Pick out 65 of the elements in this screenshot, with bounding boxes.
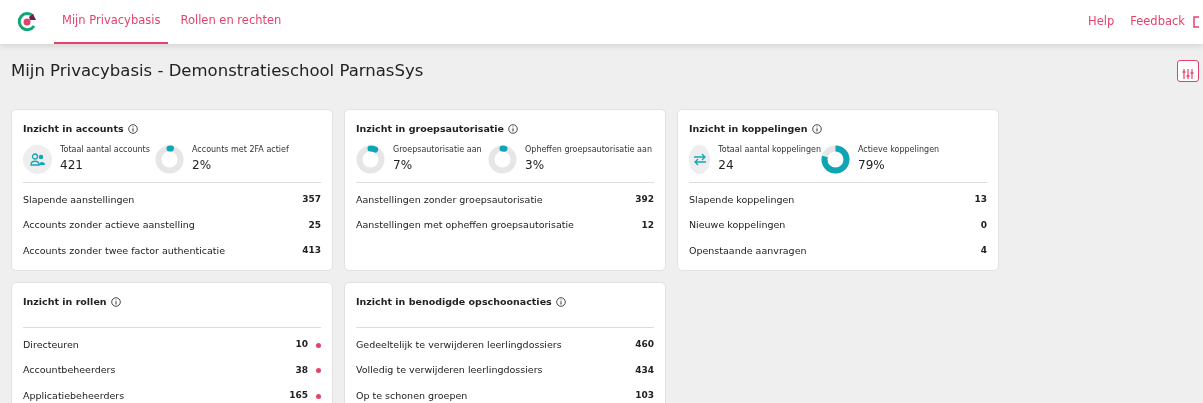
stat-label: Totaal aantal accounts — [60, 144, 150, 157]
row-value: 10 — [295, 338, 308, 352]
info-icon[interactable] — [127, 124, 138, 135]
logo-icon — [16, 11, 38, 33]
row-label: Accountbeheerders — [23, 363, 116, 378]
row-label: Aanstellingen zonder groepsautorisatie — [356, 192, 543, 207]
row-value: 38 — [295, 363, 308, 377]
row-value: 25 — [308, 218, 321, 232]
logout-icon[interactable] — [1193, 16, 1199, 28]
stat-value: 24 — [718, 157, 735, 175]
row-value: 12 — [641, 218, 654, 232]
row-label: Slapende aanstellingen — [23, 192, 135, 207]
card-title: Inzicht in benodigde opschoonacties — [356, 295, 552, 309]
stat-label: Opheffen groepsautorisatie aan — [525, 144, 652, 157]
row-value: 165 — [289, 389, 308, 403]
row-value: 4 — [980, 244, 987, 258]
row-value: 392 — [635, 193, 654, 207]
row-label: Gedeeltelijk te verwijderen leerlingdossiers — [356, 337, 562, 352]
users-icon — [23, 144, 52, 174]
donut-chart — [155, 144, 184, 174]
row-label: Volledig te verwijderen leerlingdossiers — [356, 363, 543, 378]
row-value: 357 — [302, 193, 321, 207]
donut-chart — [488, 144, 517, 174]
row-value: 0 — [980, 218, 987, 232]
info-icon[interactable] — [811, 124, 822, 135]
row-value: 460 — [635, 338, 654, 352]
row-label: Op te schonen groepen — [356, 388, 468, 403]
stat-value: 7% — [393, 157, 414, 175]
donut-chart — [356, 144, 385, 174]
row-value: 13 — [974, 193, 987, 207]
card-title: Inzicht in groepsautorisatie — [356, 122, 505, 136]
stat-value: 3% — [525, 157, 546, 175]
stat-label: Totaal aantal koppelingen — [718, 144, 821, 157]
stat-value: 79% — [858, 157, 886, 175]
stat-label: Groepsautorisatie aan — [393, 144, 482, 157]
filter-button[interactable] — [1177, 60, 1199, 82]
card-title: Inzicht in rollen — [23, 295, 107, 309]
info-icon[interactable] — [555, 297, 566, 308]
arrows-icon — [689, 144, 711, 174]
stat-value: 2% — [192, 157, 213, 175]
row-value: 103 — [635, 389, 654, 403]
page-title: Mijn Privacybasis - Demonstratieschool ParnasSys — [11, 61, 424, 81]
row-label: Nieuwe koppelingen — [689, 218, 786, 233]
row-value: 413 — [302, 244, 321, 258]
row-value: 434 — [635, 363, 654, 377]
row-label: Slapende koppelingen — [689, 192, 795, 207]
info-icon[interactable] — [508, 124, 519, 135]
donut-chart — [821, 144, 850, 174]
stat-label: Accounts met 2FA actief — [192, 144, 289, 157]
stat-value: 421 — [60, 157, 84, 175]
row-label: Accounts zonder twee factor authenticatie — [23, 243, 226, 258]
nav-tab[interactable]: Rollen en rechten — [172, 0, 290, 44]
stat-label: Actieve koppelingen — [858, 144, 940, 157]
sliders-icon — [1181, 67, 1195, 80]
card-title: Inzicht in accounts — [23, 122, 124, 136]
card-title: Inzicht in koppelingen — [689, 122, 808, 136]
row-label: Aanstellingen met opheffen groepsautorisatie — [356, 218, 574, 233]
row-label: Applicatiebeheerders — [23, 388, 125, 403]
row-label: Directeuren — [23, 337, 79, 352]
nav-tab[interactable]: Mijn Privacybasis — [54, 0, 169, 44]
row-label: Openstaande aanvragen — [689, 243, 807, 258]
nav-link[interactable]: Help — [1088, 13, 1115, 31]
info-icon[interactable] — [110, 297, 121, 308]
row-label: Accounts zonder actieve aanstelling — [23, 218, 195, 233]
nav-link[interactable]: Feedback — [1130, 13, 1185, 31]
